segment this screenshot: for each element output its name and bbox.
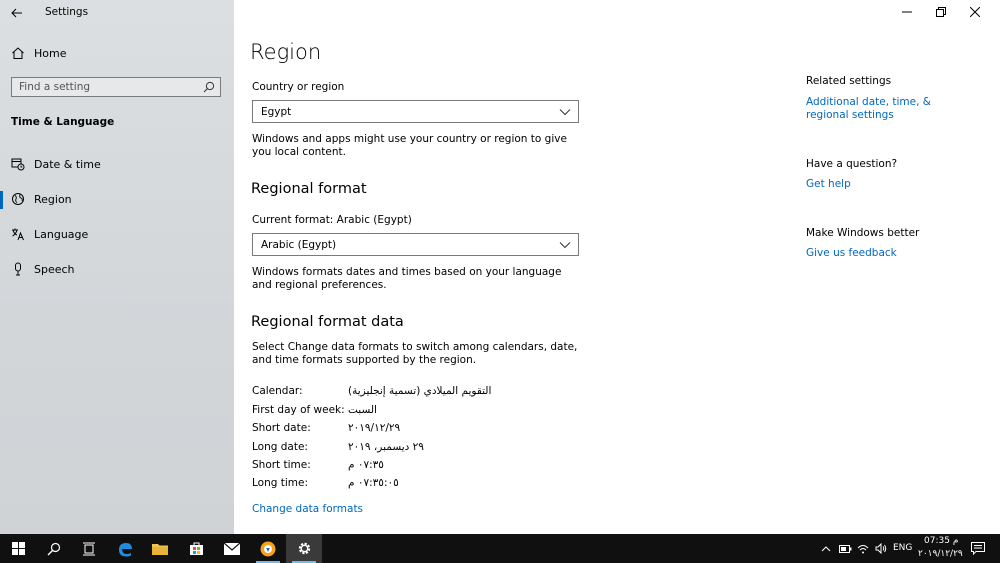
clock-calendar-icon — [11, 158, 25, 171]
clock-time[interactable]: 07:35 م — [924, 536, 958, 546]
window-controls — [890, 0, 1000, 26]
sidebar-item-label: Language — [34, 228, 89, 241]
clock-date[interactable]: ٢٠١٩/١٢/٢٩ — [918, 549, 963, 559]
search-icon — [203, 81, 215, 93]
format-value: ٠٧:٣٥:٠٥ م — [348, 477, 399, 489]
restore-icon — [936, 7, 946, 17]
country-label: Country or region — [252, 81, 345, 93]
format-key: Short time: — [252, 459, 311, 471]
sidebar: Settings Home Find a setting Time & Lang… — [0, 0, 234, 534]
back-arrow-icon — [11, 8, 22, 18]
sidebar-item-speech[interactable]: Speech — [0, 258, 234, 282]
taskbar-search-button[interactable] — [36, 534, 72, 563]
search-placeholder: Find a setting — [19, 81, 91, 93]
format-data-heading: Regional format data — [251, 314, 404, 330]
start-button[interactable] — [0, 534, 36, 563]
sidebar-item-label: Date & time — [34, 158, 101, 171]
sidebar-item-region[interactable]: Region — [0, 188, 234, 212]
notification-icon — [971, 542, 985, 555]
chevron-down-icon — [559, 109, 571, 116]
country-value: Egypt — [261, 106, 292, 118]
battery-button[interactable] — [836, 534, 854, 563]
current-format-label: Current format: Arabic (Egypt) — [252, 214, 412, 226]
feedback-link[interactable]: Give us feedback — [806, 247, 976, 260]
edge-button[interactable] — [107, 534, 143, 563]
back-button[interactable] — [4, 2, 30, 24]
taskbar: ENG 07:35 م ٢٠١٩/١٢/٢٩ — [0, 534, 1000, 563]
additional-settings-link[interactable]: Additional date, time, & regional settin… — [806, 96, 976, 122]
format-key: Short date: — [252, 422, 311, 434]
sidebar-item-label: Region — [34, 193, 72, 206]
country-select[interactable]: Egypt — [252, 100, 579, 123]
format-key: Calendar: — [252, 385, 303, 397]
store-bag-icon — [189, 542, 203, 555]
minimize-button[interactable] — [890, 0, 924, 24]
windows-better-heading: Make Windows better — [806, 227, 920, 239]
format-value: السبت — [348, 404, 377, 416]
battery-icon — [838, 544, 851, 553]
selected-indicator — [0, 191, 3, 209]
show-hidden-icons-button[interactable] — [816, 534, 836, 563]
page-title: Region — [250, 40, 322, 64]
search-input[interactable]: Find a setting — [11, 77, 221, 97]
format-key: Long date: — [252, 441, 308, 453]
wifi-icon — [857, 544, 869, 553]
app-title: Settings — [45, 6, 89, 18]
volume-button[interactable] — [872, 534, 890, 563]
search-icon — [47, 542, 61, 555]
close-icon — [970, 7, 980, 17]
microphone-icon — [15, 262, 21, 276]
store-button[interactable] — [178, 534, 214, 563]
format-key: Long time: — [252, 477, 309, 489]
task-view-icon — [83, 542, 95, 555]
format-value: ٠٧:٣٥ م — [348, 459, 384, 471]
mail-icon — [224, 542, 240, 555]
regional-format-heading: Regional format — [251, 181, 367, 197]
sidebar-item-language[interactable]: Language — [0, 223, 234, 247]
format-data-description: Select Change data formats to switch amo… — [252, 341, 578, 366]
folder-icon — [152, 543, 168, 555]
chevron-up-icon — [821, 545, 831, 551]
sidebar-item-label: Home — [34, 47, 67, 60]
format-value: التقويم الميلادي (تسمية إنجليزية) — [348, 385, 492, 397]
language-icon — [12, 228, 24, 241]
sidebar-item-date-time[interactable]: Date & time — [0, 153, 234, 177]
format-value: ٢٩ ديسمبر، ٢٠١٩ — [348, 441, 424, 453]
home-icon — [12, 47, 24, 59]
settings-taskbar-button[interactable] — [286, 534, 322, 563]
regional-format-value: Arabic (Egypt) — [261, 239, 337, 251]
section-heading: Time & Language — [11, 116, 115, 128]
format-value: ٢٠١٩/١٢/٢٩ — [348, 422, 401, 434]
titlebar: Settings — [0, 0, 234, 26]
sidebar-item-label: Speech — [34, 263, 75, 276]
change-data-formats-link[interactable]: Change data formats — [252, 503, 363, 515]
get-help-link[interactable]: Get help — [806, 178, 976, 191]
minimize-icon — [902, 11, 912, 13]
network-button[interactable] — [854, 534, 872, 563]
sidebar-item-home[interactable]: Home — [0, 42, 234, 66]
country-description: Windows and apps might use your country … — [252, 133, 567, 158]
task-view-button[interactable] — [71, 534, 107, 563]
gear-icon — [298, 542, 310, 555]
restore-button[interactable] — [924, 0, 958, 24]
windows-logo-icon — [11, 542, 25, 555]
globe-icon — [12, 193, 24, 205]
regional-format-select[interactable]: Arabic (Egypt) — [252, 233, 579, 256]
action-center-button[interactable] — [964, 534, 992, 563]
question-heading: Have a question? — [806, 158, 898, 170]
regional-format-description: Windows formats dates and times based on… — [252, 266, 562, 291]
format-key: First day of week: — [252, 404, 345, 416]
close-button[interactable] — [958, 0, 992, 24]
related-settings-heading: Related settings — [806, 75, 892, 87]
mail-button[interactable] — [214, 534, 250, 563]
speaker-icon — [875, 543, 887, 554]
edge-icon — [119, 542, 132, 556]
chevron-down-icon — [559, 242, 571, 249]
browser-icon — [260, 541, 276, 556]
input-language-indicator[interactable]: ENG — [893, 543, 912, 553]
browser-button[interactable] — [250, 534, 286, 563]
file-explorer-button[interactable] — [142, 534, 178, 563]
